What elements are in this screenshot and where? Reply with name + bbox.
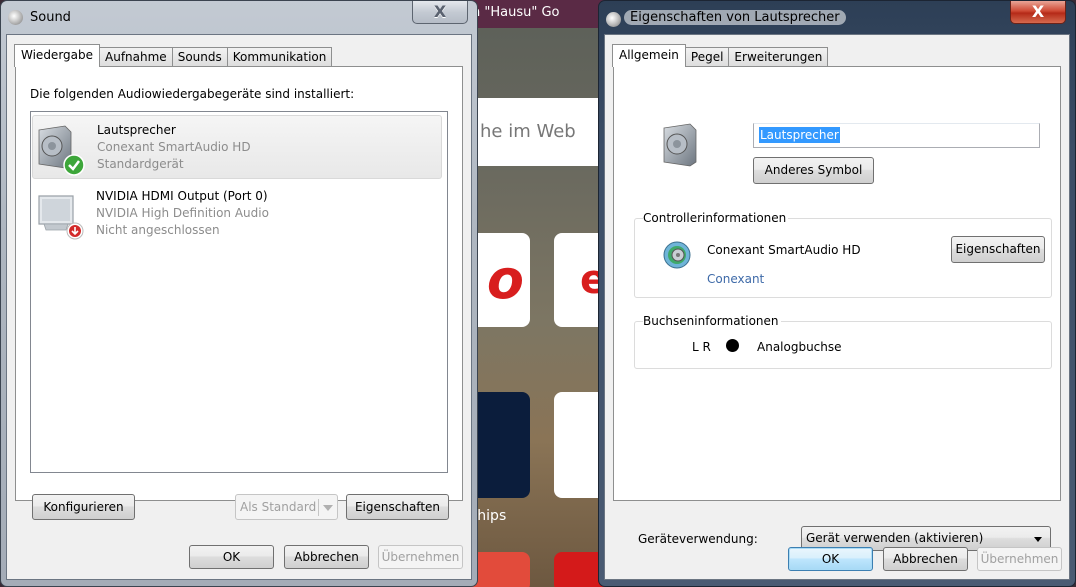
speed-dial-tile[interactable] xyxy=(470,552,530,587)
apply-button[interactable]: Übernehmen xyxy=(378,545,463,569)
configure-button[interactable]: Konfigurieren xyxy=(32,494,135,520)
jack-channels: L R xyxy=(692,340,711,354)
speed-dial-tile[interactable]: o xyxy=(470,233,530,327)
usage-label: Geräteverwendung: xyxy=(638,532,758,546)
jack-color-dot xyxy=(726,339,739,352)
device-status: Standardgerät xyxy=(97,157,184,171)
speaker-icon xyxy=(663,123,697,167)
device-name-value: Lautsprecher xyxy=(759,127,840,143)
speed-dial-tile[interactable] xyxy=(470,392,530,498)
title-bar[interactable]: Eigenschaften von Lautsprecher X xyxy=(599,1,1075,35)
group-label: Controllerinformationen xyxy=(643,211,789,225)
tab-allgemein[interactable]: Allgemein xyxy=(612,44,686,67)
set-default-label: Als Standard xyxy=(240,500,317,514)
tab-pegel[interactable]: Pegel xyxy=(684,47,730,67)
chevron-down-icon xyxy=(1034,537,1042,542)
audio-controller-icon xyxy=(663,241,691,269)
window-title: Sound xyxy=(30,10,71,25)
tab-wiedergabe[interactable]: Wiedergabe xyxy=(14,44,101,67)
device-item[interactable]: NVIDIA HDMI Output (Port 0) NVIDIA High … xyxy=(32,182,442,246)
sound-window: Sound X Wiedergabe Aufnahme Sounds Kommu… xyxy=(0,0,478,587)
cancel-button[interactable]: Abbrechen xyxy=(883,547,968,571)
jack-info-group: Buchseninformationen L R Analogbuchse xyxy=(634,314,1052,369)
dialog-body: Allgemein Pegel Erweiterungen Lautsprech… xyxy=(604,34,1070,580)
intro-text: Die folgenden Audiowiedergabegeräte sind… xyxy=(30,87,355,101)
browser-search-box[interactable]: he im Web xyxy=(478,98,598,166)
change-icon-button[interactable]: Anderes Symbol xyxy=(753,157,874,184)
device-name: NVIDIA HDMI Output (Port 0) xyxy=(96,189,268,203)
device-item[interactable]: Lautsprecher Conexant SmartAudio HD Stan… xyxy=(32,115,442,179)
tab-strip: Allgemein Pegel Erweiterungen xyxy=(612,44,829,67)
usage-selected-value: Gerät verwenden (aktivieren) xyxy=(806,531,984,545)
split-separator xyxy=(318,499,319,516)
playback-panel: Die folgenden Audiowiedergabegeräte sind… xyxy=(15,66,463,501)
controller-properties-button[interactable]: Eigenschaften xyxy=(951,236,1045,263)
jack-type: Analogbuchse xyxy=(757,340,842,354)
device-name: Lautsprecher xyxy=(97,123,176,137)
ok-button[interactable]: OK xyxy=(189,545,274,569)
device-driver: Conexant SmartAudio HD xyxy=(97,140,251,154)
tab-kommunikation[interactable]: Kommunikation xyxy=(226,47,333,67)
group-label: Buchseninformationen xyxy=(643,314,781,328)
sound-app-icon xyxy=(8,10,23,25)
device-name-input[interactable]: Lautsprecher xyxy=(753,123,1040,148)
vendor-link[interactable]: Conexant xyxy=(707,272,764,286)
close-button[interactable]: X xyxy=(412,1,468,24)
cancel-button[interactable]: Abbrechen xyxy=(284,545,369,569)
set-default-split-button[interactable]: Als Standard xyxy=(235,494,338,520)
device-list: Lautsprecher Conexant SmartAudio HD Stan… xyxy=(30,111,448,473)
close-button[interactable]: X xyxy=(1010,1,1066,24)
device-driver: NVIDIA High Definition Audio xyxy=(96,206,269,220)
disconnected-badge-icon xyxy=(66,222,84,240)
speaker-properties-window: Eigenschaften von Lautsprecher X Allgeme… xyxy=(598,0,1076,587)
tab-erweiterungen[interactable]: Erweiterungen xyxy=(728,47,829,67)
tab-strip: Wiedergabe Aufnahme Sounds Kommunikation xyxy=(14,44,333,67)
tab-aufnahme[interactable]: Aufnahme xyxy=(99,47,173,67)
general-panel: Lautsprecher Anderes Symbol Controllerin… xyxy=(613,66,1061,551)
speaker-app-icon xyxy=(606,12,621,27)
controller-info-group: Controllerinformationen Conexant SmartAu… xyxy=(634,211,1052,298)
browser-topbar: h "Hausu" Go xyxy=(470,0,610,28)
ok-button[interactable]: OK xyxy=(788,547,873,571)
dialog-body: Wiedergabe Aufnahme Sounds Kommunikation… xyxy=(6,34,472,580)
window-title: Eigenschaften von Lautsprecher xyxy=(624,10,846,25)
tab-sounds[interactable]: Sounds xyxy=(171,47,228,67)
chevron-down-icon[interactable] xyxy=(323,505,333,511)
check-badge-icon xyxy=(63,154,85,176)
controller-name: Conexant SmartAudio HD xyxy=(707,243,861,257)
device-status: Nicht angeschlossen xyxy=(96,223,220,237)
properties-button[interactable]: Eigenschaften xyxy=(346,494,449,520)
title-bar[interactable]: Sound X xyxy=(1,1,477,35)
background-browser-window: h "Hausu" Go he im Web o e ships xyxy=(470,0,610,587)
apply-button[interactable]: Übernehmen xyxy=(977,547,1062,571)
